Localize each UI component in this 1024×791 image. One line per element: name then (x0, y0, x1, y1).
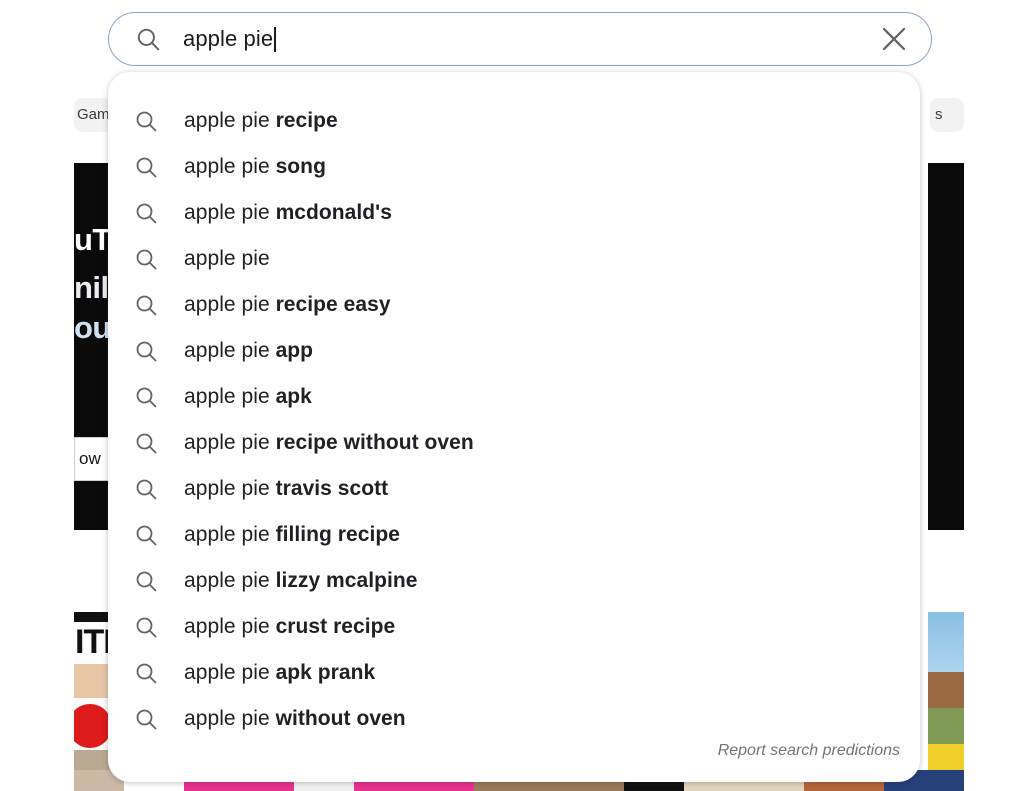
suggestion-completion: filling recipe (275, 523, 400, 546)
suggestion-text: apple pie apk (184, 385, 312, 409)
search-input-value: apple pie (183, 26, 274, 51)
search-box[interactable]: apple pie (108, 12, 932, 66)
search-icon (136, 249, 157, 270)
search-input[interactable]: apple pie (183, 26, 871, 52)
thumbnail-building-band (928, 672, 964, 712)
suggestion-row[interactable]: apple pie filling recipe (108, 512, 920, 558)
suggestion-prefix: apple pie (184, 201, 276, 224)
suggestion-row[interactable]: apple pie crust recipe (108, 604, 920, 650)
suggestion-text: apple pie app (184, 339, 313, 363)
suggestion-completion: recipe easy (275, 293, 391, 316)
suggestion-row[interactable]: apple pie recipe easy (108, 282, 920, 328)
suggestion-prefix: apple pie (184, 109, 276, 132)
search-suggestions-dropdown: apple pie recipe apple pie song apple pie … (108, 72, 920, 782)
suggestion-completion: recipe (275, 109, 338, 132)
suggestion-prefix: apple pie (184, 385, 276, 408)
suggestion-row[interactable]: apple pie mcdonald's (108, 190, 920, 236)
suggestion-prefix: apple pie (184, 247, 270, 270)
suggestion-row[interactable]: apple pie apk (108, 374, 920, 420)
suggestion-prefix: apple pie (184, 523, 276, 546)
suggestion-prefix: apple pie (184, 661, 276, 684)
text-caret (274, 26, 276, 52)
suggestion-text: apple pie recipe (184, 109, 338, 133)
suggestion-text: apple pie apk prank (184, 661, 375, 685)
suggestion-list: apple pie recipe apple pie song apple pie … (108, 72, 920, 742)
background-thumbnail-right[interactable] (928, 612, 964, 791)
suggestion-prefix: apple pie (184, 707, 276, 730)
suggestion-row[interactable]: apple pie (108, 236, 920, 282)
background-video-card-right[interactable] (928, 163, 964, 530)
youtube-search-overlay-screen: Gam s uTu nily ou ow ITI apple pie apple… (0, 0, 1024, 791)
suggestion-text: apple pie recipe easy (184, 293, 391, 317)
close-icon (882, 27, 906, 51)
suggestion-row[interactable]: apple pie without oven (108, 696, 920, 742)
search-icon (136, 295, 157, 316)
suggestion-row[interactable]: apple pie recipe (108, 98, 920, 144)
search-icon (136, 433, 157, 454)
suggestion-text: apple pie recipe without oven (184, 431, 474, 455)
search-icon (136, 157, 157, 178)
thumbnail-grass-band (928, 708, 964, 744)
suggestion-row[interactable]: apple pie lizzy mcalpine (108, 558, 920, 604)
suggestion-prefix: apple pie (184, 293, 276, 316)
suggestion-completion: recipe without oven (275, 431, 474, 454)
suggestion-prefix: apple pie (184, 569, 276, 592)
search-icon (136, 341, 157, 362)
search-icon (136, 709, 157, 730)
search-icon (136, 571, 157, 592)
suggestion-row[interactable]: apple pie song (108, 144, 920, 190)
suggestion-prefix: apple pie (184, 431, 276, 454)
suggestion-text: apple pie song (184, 155, 326, 179)
suggestion-completion: travis scott (275, 477, 389, 500)
suggestion-row[interactable]: apple pie app (108, 328, 920, 374)
search-icon (137, 28, 160, 51)
search-icon (136, 203, 157, 224)
suggestion-completion: app (275, 339, 314, 362)
suggestion-text: apple pie crust recipe (184, 615, 395, 639)
suggestion-text: apple pie lizzy mcalpine (184, 569, 418, 593)
suggestion-text: apple pie without oven (184, 707, 406, 731)
suggestion-row[interactable]: apple pie apk prank (108, 650, 920, 696)
clear-search-button[interactable] (871, 16, 917, 62)
suggestion-text: apple pie (184, 247, 270, 271)
suggestion-completion: apk (275, 385, 312, 408)
suggestion-text: apple pie mcdonald's (184, 201, 392, 225)
filter-chip-games[interactable]: Gam (74, 98, 112, 132)
search-icon (136, 617, 157, 638)
suggestion-row[interactable]: apple pie recipe without oven (108, 420, 920, 466)
suggestion-text: apple pie filling recipe (184, 523, 400, 547)
thumbnail-overlay-letters: ITI (75, 623, 113, 661)
filter-chip-partial-right[interactable]: s (930, 98, 964, 132)
suggestion-prefix: apple pie (184, 339, 276, 362)
search-icon (136, 479, 157, 500)
suggestion-completion: mcdonald's (275, 201, 392, 224)
suggestion-prefix: apple pie (184, 615, 276, 638)
suggestion-completion: lizzy mcalpine (275, 569, 418, 592)
search-icon (136, 663, 157, 684)
suggestion-completion: crust recipe (275, 615, 396, 638)
suggestion-row[interactable]: apple pie travis scott (108, 466, 920, 512)
suggestion-prefix: apple pie (184, 155, 276, 178)
suggestion-text: apple pie travis scott (184, 477, 388, 501)
suggestion-completion: apk prank (275, 661, 376, 684)
suggestion-completion: song (275, 155, 326, 178)
report-search-predictions-link[interactable]: Report search predictions (718, 742, 900, 760)
suggestion-completion: without oven (275, 707, 406, 730)
search-icon (136, 111, 157, 132)
suggestion-prefix: apple pie (184, 477, 276, 500)
search-icon (136, 387, 157, 408)
search-icon (136, 525, 157, 546)
